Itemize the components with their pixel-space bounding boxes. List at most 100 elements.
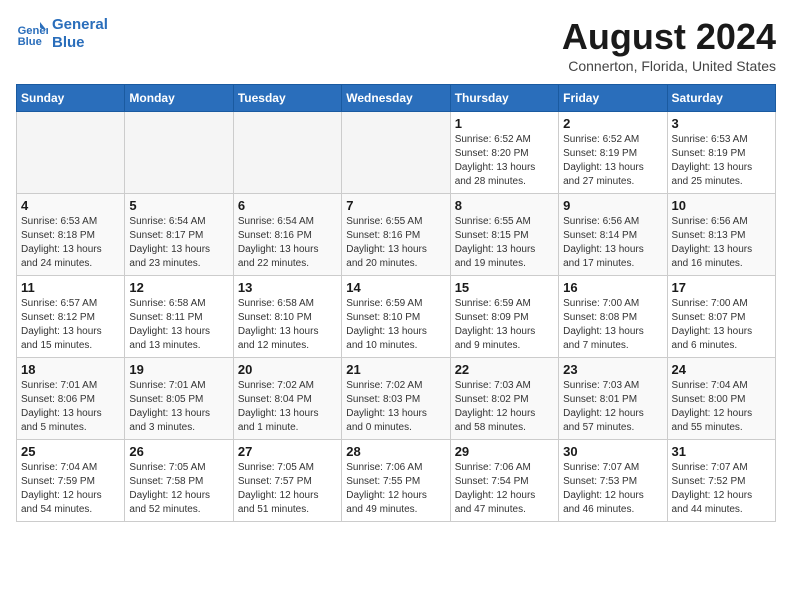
day-number: 30 — [563, 444, 662, 459]
day-info: Sunrise: 7:06 AMSunset: 7:54 PMDaylight:… — [455, 461, 554, 517]
day-info: Sunrise: 6:55 AMSunset: 8:15 PMDaylight:… — [455, 215, 554, 271]
day-info: Sunrise: 6:56 AMSunset: 8:14 PMDaylight:… — [563, 215, 662, 271]
day-info: Sunrise: 6:54 AMSunset: 8:17 PMDaylight:… — [129, 215, 228, 271]
day-info: Sunrise: 6:59 AMSunset: 8:09 PMDaylight:… — [455, 297, 554, 353]
logo-icon: General Blue — [16, 18, 48, 50]
day-number: 15 — [455, 280, 554, 295]
calendar-day-cell: 17 Sunrise: 7:00 AMSunset: 8:07 PMDayligh… — [667, 276, 775, 358]
day-info: Sunrise: 6:59 AMSunset: 8:10 PMDaylight:… — [346, 297, 445, 353]
calendar-day-cell: 16Sunrise: 7:00 AMSunset: 8:08 PMDayligh… — [559, 276, 667, 358]
day-number: 26 — [129, 444, 228, 459]
calendar-day-cell: 28 Sunrise: 7:06 AMSunset: 7:55 PMDayligh… — [342, 440, 450, 522]
day-number: 19 — [129, 362, 228, 377]
calendar-day-cell: 26 Sunrise: 7:05 AMSunset: 7:58 PMDayligh… — [125, 440, 233, 522]
day-number: 13 — [238, 280, 337, 295]
day-number: 23 — [563, 362, 662, 377]
day-info: Sunrise: 7:02 AMSunset: 8:03 PMDaylight:… — [346, 379, 445, 435]
weekday-header-monday: Monday — [125, 85, 233, 112]
day-number: 25 — [21, 444, 120, 459]
day-info: Sunrise: 6:54 AMSunset: 8:16 PMDaylight:… — [238, 215, 337, 271]
logo-line2: Blue — [52, 34, 108, 52]
calendar-day-cell: 3 Sunrise: 6:53 AMSunset: 8:19 PMDaylight… — [667, 112, 775, 194]
calendar-week-row: 11Sunrise: 6:57 AMSunset: 8:12 PMDayligh… — [17, 276, 776, 358]
day-number: 29 — [455, 444, 554, 459]
calendar-day-cell: 14 Sunrise: 6:59 AMSunset: 8:10 PMDayligh… — [342, 276, 450, 358]
calendar-day-cell — [125, 112, 233, 194]
day-info: Sunrise: 7:03 AMSunset: 8:01 PMDaylight:… — [563, 379, 662, 435]
day-number: 11 — [21, 280, 120, 295]
calendar-day-cell: 11Sunrise: 6:57 AMSunset: 8:12 PMDayligh… — [17, 276, 125, 358]
calendar-day-cell: 9Sunrise: 6:56 AMSunset: 8:14 PMDaylight… — [559, 194, 667, 276]
calendar-day-cell — [233, 112, 341, 194]
day-info: Sunrise: 7:01 AMSunset: 8:05 PMDaylight:… — [129, 379, 228, 435]
calendar-day-cell: 8Sunrise: 6:55 AMSunset: 8:15 PMDaylight… — [450, 194, 558, 276]
day-info: Sunrise: 7:03 AMSunset: 8:02 PMDaylight:… — [455, 379, 554, 435]
day-info: Sunrise: 7:06 AMSunset: 7:55 PMDaylight:… — [346, 461, 445, 517]
day-info: Sunrise: 6:52 AMSunset: 8:19 PMDaylight:… — [563, 133, 662, 189]
day-info: Sunrise: 6:56 AMSunset: 8:13 PMDaylight:… — [672, 215, 771, 271]
day-number: 5 — [129, 198, 228, 213]
calendar-day-cell: 22Sunrise: 7:03 AMSunset: 8:02 PMDayligh… — [450, 358, 558, 440]
calendar-day-cell: 7 Sunrise: 6:55 AMSunset: 8:16 PMDaylight… — [342, 194, 450, 276]
calendar-day-cell: 20 Sunrise: 7:02 AMSunset: 8:04 PMDayligh… — [233, 358, 341, 440]
calendar-table: SundayMondayTuesdayWednesdayThursdayFrid… — [16, 84, 776, 522]
day-number: 7 — [346, 198, 445, 213]
logo-line1: General — [52, 16, 108, 34]
calendar-day-cell: 10 Sunrise: 6:56 AMSunset: 8:13 PMDayligh… — [667, 194, 775, 276]
calendar-day-cell: 6 Sunrise: 6:54 AMSunset: 8:16 PMDaylight… — [233, 194, 341, 276]
calendar-day-cell: 29 Sunrise: 7:06 AMSunset: 7:54 PMDayligh… — [450, 440, 558, 522]
calendar-day-cell: 12Sunrise: 6:58 AMSunset: 8:11 PMDayligh… — [125, 276, 233, 358]
calendar-day-cell: 18 Sunrise: 7:01 AMSunset: 8:06 PMDayligh… — [17, 358, 125, 440]
svg-text:Blue: Blue — [18, 36, 42, 48]
calendar-week-row: 25 Sunrise: 7:04 AMSunset: 7:59 PMDayligh… — [17, 440, 776, 522]
day-number: 6 — [238, 198, 337, 213]
day-info: Sunrise: 7:00 AMSunset: 8:08 PMDaylight:… — [563, 297, 662, 353]
calendar-week-row: 4 Sunrise: 6:53 AMSunset: 8:18 PMDaylight… — [17, 194, 776, 276]
calendar-day-cell: 30Sunrise: 7:07 AMSunset: 7:53 PMDayligh… — [559, 440, 667, 522]
day-number: 10 — [672, 198, 771, 213]
day-info: Sunrise: 7:04 AMSunset: 7:59 PMDaylight:… — [21, 461, 120, 517]
day-info: Sunrise: 7:05 AMSunset: 7:58 PMDaylight:… — [129, 461, 228, 517]
day-number: 2 — [563, 116, 662, 131]
day-number: 4 — [21, 198, 120, 213]
calendar-day-cell: 24Sunrise: 7:04 AMSunset: 8:00 PMDayligh… — [667, 358, 775, 440]
day-info: Sunrise: 6:53 AMSunset: 8:19 PMDaylight:… — [672, 133, 771, 189]
day-info: Sunrise: 7:00 AMSunset: 8:07 PMDaylight:… — [672, 297, 771, 353]
calendar-day-cell: 15 Sunrise: 6:59 AMSunset: 8:09 PMDayligh… — [450, 276, 558, 358]
day-number: 3 — [672, 116, 771, 131]
calendar-day-cell: 31 Sunrise: 7:07 AMSunset: 7:52 PMDayligh… — [667, 440, 775, 522]
calendar-day-cell: 19 Sunrise: 7:01 AMSunset: 8:05 PMDayligh… — [125, 358, 233, 440]
weekday-header-sunday: Sunday — [17, 85, 125, 112]
day-number: 18 — [21, 362, 120, 377]
day-number: 17 — [672, 280, 771, 295]
day-info: Sunrise: 6:53 AMSunset: 8:18 PMDaylight:… — [21, 215, 120, 271]
day-number: 14 — [346, 280, 445, 295]
day-number: 1 — [455, 116, 554, 131]
calendar-week-row: 1 Sunrise: 6:52 AMSunset: 8:20 PMDaylight… — [17, 112, 776, 194]
day-number: 27 — [238, 444, 337, 459]
calendar-day-cell: 27Sunrise: 7:05 AMSunset: 7:57 PMDayligh… — [233, 440, 341, 522]
location-subtitle: Connerton, Florida, United States — [562, 58, 776, 74]
day-info: Sunrise: 7:01 AMSunset: 8:06 PMDaylight:… — [21, 379, 120, 435]
day-number: 12 — [129, 280, 228, 295]
day-info: Sunrise: 7:02 AMSunset: 8:04 PMDaylight:… — [238, 379, 337, 435]
calendar-day-cell: 23 Sunrise: 7:03 AMSunset: 8:01 PMDayligh… — [559, 358, 667, 440]
day-number: 20 — [238, 362, 337, 377]
calendar-day-cell: 25 Sunrise: 7:04 AMSunset: 7:59 PMDayligh… — [17, 440, 125, 522]
weekday-header-wednesday: Wednesday — [342, 85, 450, 112]
logo: General Blue General Blue — [16, 16, 108, 52]
day-number: 28 — [346, 444, 445, 459]
day-info: Sunrise: 6:55 AMSunset: 8:16 PMDaylight:… — [346, 215, 445, 271]
calendar-day-cell: 2 Sunrise: 6:52 AMSunset: 8:19 PMDaylight… — [559, 112, 667, 194]
calendar-day-cell — [342, 112, 450, 194]
day-number: 31 — [672, 444, 771, 459]
day-info: Sunrise: 7:04 AMSunset: 8:00 PMDaylight:… — [672, 379, 771, 435]
day-info: Sunrise: 7:07 AMSunset: 7:52 PMDaylight:… — [672, 461, 771, 517]
weekday-header-saturday: Saturday — [667, 85, 775, 112]
header: General Blue General Blue August 2024 Co… — [16, 16, 776, 74]
calendar-day-cell: 13Sunrise: 6:58 AMSunset: 8:10 PMDayligh… — [233, 276, 341, 358]
day-info: Sunrise: 6:52 AMSunset: 8:20 PMDaylight:… — [455, 133, 554, 189]
weekday-header-friday: Friday — [559, 85, 667, 112]
weekday-header-tuesday: Tuesday — [233, 85, 341, 112]
calendar-week-row: 18 Sunrise: 7:01 AMSunset: 8:06 PMDayligh… — [17, 358, 776, 440]
